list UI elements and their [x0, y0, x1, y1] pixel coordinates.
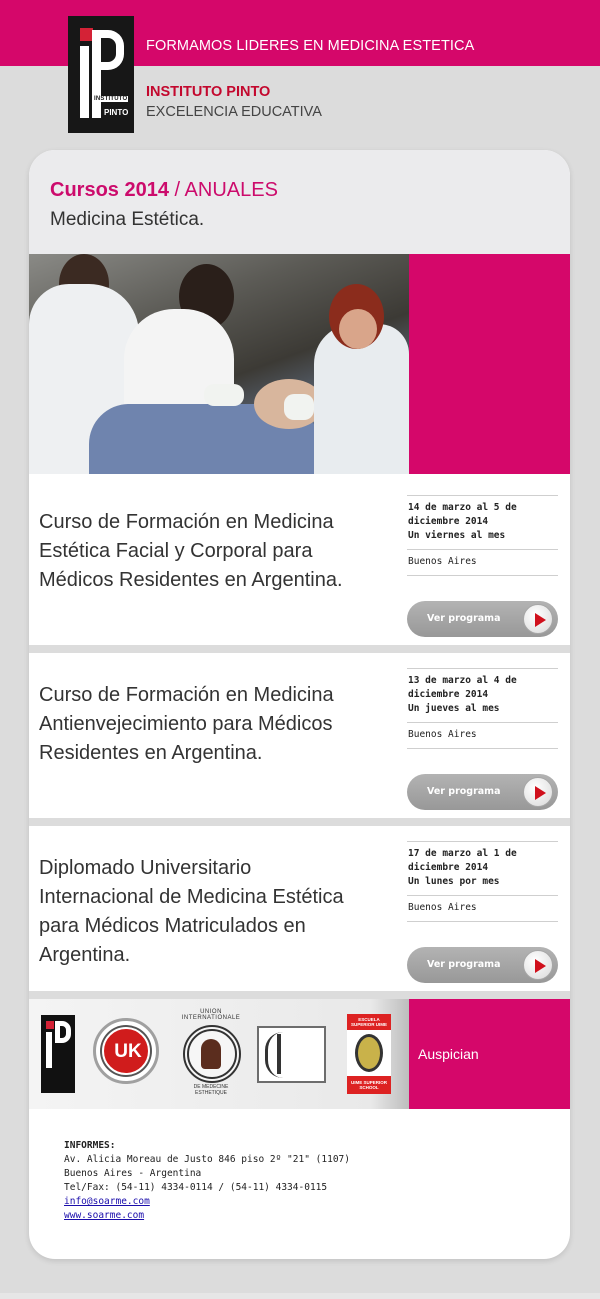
course-title: Curso de Formación en Medicina Antienvej…	[39, 684, 334, 764]
course-meta: 13 de marzo al 4 de diciembre 2014 Un ju…	[407, 668, 558, 749]
uk-logo-ring: UK	[102, 1027, 150, 1075]
ver-programa-button[interactable]: Ver programa	[407, 774, 558, 810]
logo-letter-i	[80, 46, 89, 118]
course-location: Buenos Aires	[408, 729, 477, 740]
play-icon	[523, 950, 553, 980]
instituto-pinto-logo: INSTITUTO PINTO	[68, 16, 134, 133]
course-date-range: 17 de marzo al 1 de diciembre 2014	[408, 848, 517, 873]
institute-tagline: EXCELENCIA EDUCATIVA	[146, 104, 322, 120]
logo-text-pinto: PINTO	[104, 108, 129, 117]
logo-letter-i	[46, 1032, 52, 1068]
button-label: Ver programa	[427, 613, 501, 624]
uk-logo-text: UK	[114, 1041, 142, 1062]
button-label: Ver programa	[427, 959, 501, 970]
divider	[407, 921, 558, 922]
contact-city: Buenos Aires - Argentina	[64, 1168, 202, 1179]
course-frequency: Un jueves al mes	[408, 703, 500, 714]
logo-letter-p-bowl	[55, 1021, 71, 1043]
logo-letter-p-bowl	[92, 30, 124, 70]
logo-red-square	[46, 1021, 54, 1029]
bottom-strip	[0, 1293, 600, 1299]
course-frequency: Un lunes por mes	[408, 876, 500, 887]
course-dates: 17 de marzo al 1 de diciembre 2014 Un lu…	[407, 842, 558, 895]
contact-heading: INFORMES:	[64, 1140, 116, 1151]
course-dates: 13 de marzo al 4 de diciembre 2014 Un ju…	[407, 669, 558, 722]
uime-logo-bottom-text: UIME SUPERIOR SCHOOL	[350, 1080, 387, 1090]
course-meta: 17 de marzo al 1 de diciembre 2014 Un lu…	[407, 841, 558, 922]
title-section: Cursos 2014 / ANUALES Medicina Estética.	[29, 150, 570, 254]
ver-programa-button[interactable]: Ver programa	[407, 947, 558, 983]
divider	[407, 575, 558, 576]
course-frequency: Un viernes al mes	[408, 530, 506, 541]
hero-side-panel	[409, 254, 570, 474]
soarme-logo-mark	[277, 1034, 281, 1074]
page-subtitle: Medicina Estética.	[50, 209, 205, 230]
ver-programa-button[interactable]: Ver programa	[407, 601, 558, 637]
course-meta: 14 de marzo al 5 de diciembre 2014 Un vi…	[407, 495, 558, 576]
sponsor-label: Auspician	[418, 1046, 479, 1062]
course-location: Buenos Aires	[408, 902, 477, 913]
contact-info: INFORMES: Av. Alicia Moreau de Justo 846…	[64, 1139, 350, 1223]
instituto-pinto-small-logo	[41, 1015, 75, 1093]
sponsor-label-panel: Auspician	[409, 999, 570, 1109]
divider	[29, 645, 570, 653]
title-type: / ANUALES	[168, 179, 278, 201]
logo-text-instituto: INSTITUTO	[93, 96, 129, 102]
course-title: Diplomado Universitario Internacional de…	[39, 857, 344, 966]
union-logo-top-text: UNION INTERNATIONALE	[181, 1009, 241, 1021]
union-internationale-logo: UNION INTERNATIONALE DE MEDECINE ESTHETI…	[179, 1009, 243, 1096]
union-logo-bottom-text: DE MEDECINE ESTHETIQUE	[193, 1084, 229, 1096]
course-date-range: 13 de marzo al 4 de diciembre 2014	[408, 675, 517, 700]
contact-address: Av. Alicia Moreau de Justo 846 piso 2º "…	[64, 1154, 350, 1165]
photo-figure	[339, 309, 377, 349]
divider	[29, 991, 570, 999]
photo-figure	[284, 394, 314, 420]
hero-photo	[29, 254, 409, 474]
newsletter-card: Cursos 2014 / ANUALES Medicina Estética.…	[29, 150, 570, 1259]
photo-figure	[204, 384, 244, 406]
uime-logo: ESCUELA SUPERIOR UIME UIME SUPERIOR SCHO…	[347, 1014, 391, 1094]
contact-phones: Tel/Fax: (54-11) 4334-0114 / (54-11) 433…	[64, 1182, 328, 1193]
uime-logo-medal	[355, 1034, 383, 1072]
union-logo-figure	[201, 1039, 221, 1069]
contact-email-link[interactable]: info@soarme.com	[64, 1196, 150, 1207]
institute-name: INSTITUTO PINTO	[146, 84, 271, 100]
uime-logo-top-text: ESCUELA SUPERIOR UIME	[350, 1017, 387, 1027]
course-location: Buenos Aires	[408, 556, 477, 567]
sponsor-logos: UK UNION INTERNATIONALE DE MEDECINE ESTH…	[29, 999, 409, 1109]
play-icon	[523, 777, 553, 807]
button-label: Ver programa	[427, 786, 501, 797]
website-link[interactable]: www.soarme.com	[64, 1210, 144, 1221]
course-title: Curso de Formación en Medicina Estética …	[39, 511, 343, 591]
divider	[29, 818, 570, 826]
header-slogan: FORMAMOS LIDERES EN MEDICINA ESTETICA	[146, 38, 475, 54]
course-dates: 14 de marzo al 5 de diciembre 2014 Un vi…	[407, 496, 558, 549]
page-title: Cursos 2014 / ANUALES	[50, 179, 278, 202]
course-item: Diplomado Universitario Internacional de…	[29, 826, 570, 999]
course-date-range: 14 de marzo al 5 de diciembre 2014	[408, 502, 517, 527]
divider	[407, 748, 558, 749]
course-item: Curso de Formación en Medicina Estética …	[29, 480, 570, 653]
course-item: Curso de Formación en Medicina Antienvej…	[29, 653, 570, 826]
uk-logo: UK	[93, 1018, 159, 1084]
title-year: Cursos 2014	[50, 179, 169, 201]
play-icon	[523, 604, 553, 634]
soarme-logo	[257, 1026, 326, 1083]
